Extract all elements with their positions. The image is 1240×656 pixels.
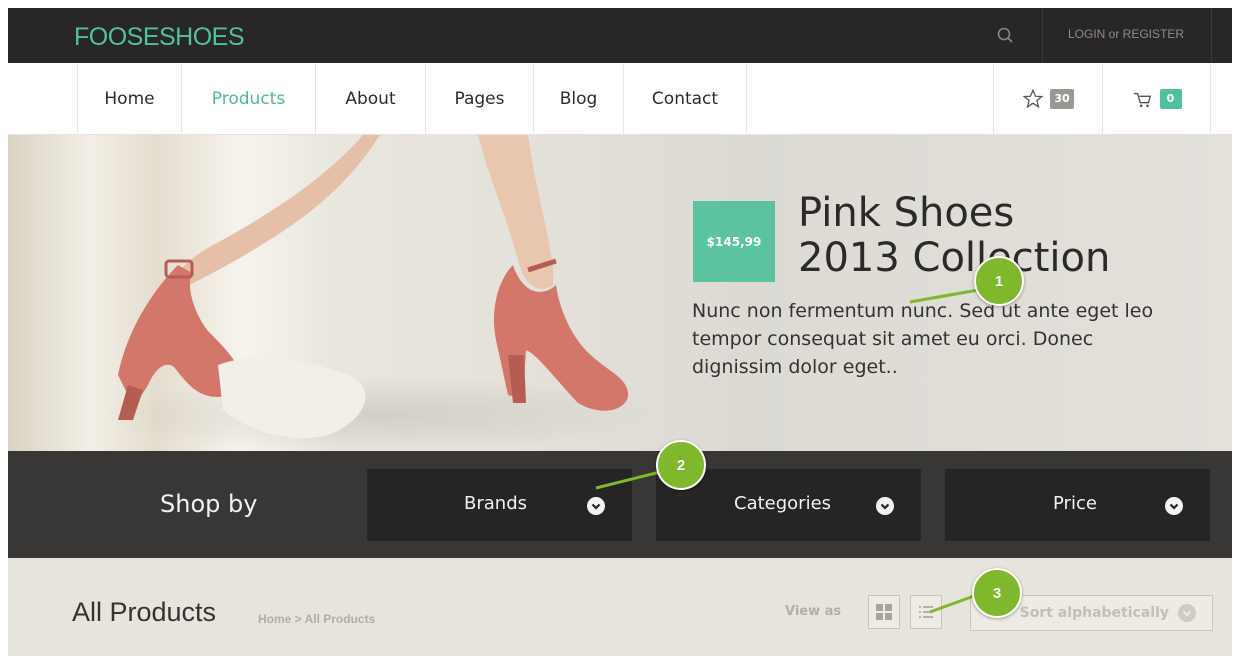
hero-shoes-image bbox=[118, 135, 629, 439]
grid-icon bbox=[876, 604, 892, 620]
chevron-down-icon bbox=[1178, 604, 1196, 622]
hero-description: Nunc non fermentum nunc. Sed ut ante ege… bbox=[692, 300, 1154, 378]
dropdown-label: Price bbox=[1053, 493, 1097, 514]
nav-item-home[interactable]: Home bbox=[77, 63, 181, 135]
cart-count-badge: 0 bbox=[1159, 89, 1182, 109]
chevron-down-icon bbox=[587, 497, 605, 515]
nav-item-pages[interactable]: Pages bbox=[425, 63, 533, 135]
price-dropdown[interactable]: Price bbox=[945, 469, 1210, 541]
nav-item-about[interactable]: About bbox=[315, 63, 425, 135]
callout-marker: 2 bbox=[656, 440, 706, 490]
nav-item-products[interactable]: Products bbox=[181, 63, 315, 135]
chevron-down-icon bbox=[876, 497, 894, 515]
page-title: All Products bbox=[72, 597, 217, 627]
price-tag: $145,99 bbox=[693, 201, 775, 282]
view-as-label: View as bbox=[785, 604, 842, 619]
wishlist-count-badge: 30 bbox=[1050, 89, 1074, 109]
chevron-down-icon bbox=[1165, 497, 1183, 515]
page: FOOSESHOES LOGIN or REGISTER Home Produc… bbox=[0, 0, 1240, 656]
breadcrumb[interactable]: Home > All Products bbox=[258, 612, 375, 626]
hero-title: Pink Shoes 2013 Collection bbox=[798, 191, 1110, 281]
grid-view-button[interactable] bbox=[868, 595, 900, 629]
sort-label: Sort alphabetically bbox=[1019, 605, 1169, 621]
shop-by-bar: Shop by Brands Categories Price bbox=[8, 451, 1232, 558]
dropdown-label: Categories bbox=[734, 493, 832, 514]
nav-item-blog[interactable]: Blog bbox=[533, 63, 623, 135]
wishlist-button[interactable]: 30 bbox=[993, 63, 1102, 135]
logo[interactable]: FOOSESHOES bbox=[74, 23, 245, 52]
hero-title-line: 2013 Collection bbox=[798, 235, 1111, 281]
list-view-button[interactable] bbox=[910, 595, 942, 629]
login-register-link[interactable]: LOGIN or REGISTER bbox=[1068, 27, 1184, 41]
dropdown-label: Brands bbox=[464, 493, 527, 514]
divider bbox=[1211, 8, 1212, 63]
cart-button[interactable]: 0 bbox=[1102, 63, 1211, 135]
nav-item-contact[interactable]: Contact bbox=[623, 63, 747, 135]
top-bar: FOOSESHOES LOGIN or REGISTER bbox=[8, 8, 1232, 63]
callout-marker: 3 bbox=[972, 568, 1022, 618]
brands-dropdown[interactable]: Brands bbox=[367, 469, 632, 541]
shop-by-label: Shop by bbox=[160, 490, 258, 518]
list-icon bbox=[919, 606, 933, 618]
hero-banner: $145,99 Pink Shoes 2013 Collection Nunc … bbox=[8, 135, 1232, 451]
star-icon bbox=[1022, 88, 1044, 109]
products-header: All Products Home > All Products View as… bbox=[8, 558, 1232, 656]
main-nav: Home Products About Pages Blog Contact 3… bbox=[8, 63, 1232, 135]
callout-marker: 1 bbox=[974, 256, 1024, 306]
divider bbox=[1042, 8, 1043, 63]
search-icon[interactable] bbox=[996, 26, 1016, 46]
cart-icon bbox=[1133, 92, 1151, 108]
hero-title-line: Pink Shoes bbox=[798, 190, 1015, 236]
